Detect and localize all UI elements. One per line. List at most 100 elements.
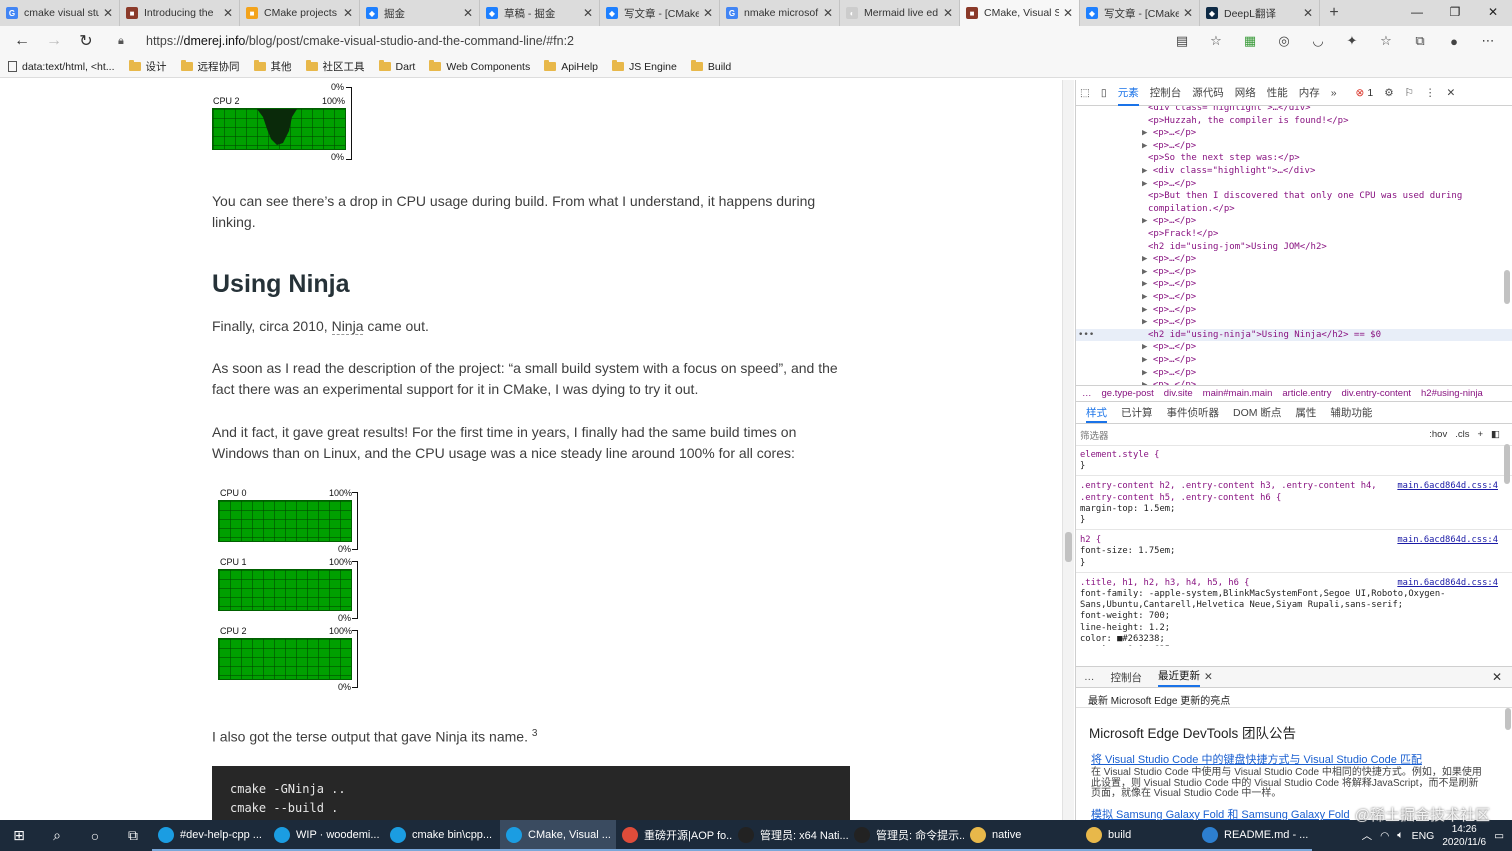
css-line[interactable]: font-size: 1.75em; (1080, 546, 1175, 557)
bookmark-item[interactable]: 远程协同 (180, 59, 240, 74)
css-source-link[interactable]: main.6acd864d.css:4 (1397, 535, 1498, 545)
tab-close-icon[interactable]: ✕ (343, 6, 353, 20)
profile-avatar[interactable]: ● (1440, 29, 1468, 53)
css-line[interactable]: font-family: -apple-system,BlinkMacSyste… (1080, 589, 1445, 600)
tab-close-icon[interactable]: ✕ (1303, 6, 1313, 20)
browser-tab[interactable]: ■ CMake projects ✕ (240, 0, 360, 26)
search-icon[interactable]: ⌕ (38, 820, 76, 851)
expand-triangle-icon[interactable]: ▶ (1142, 368, 1153, 378)
css-line[interactable]: font-weight: 700; (1080, 611, 1170, 622)
devtools-tab[interactable]: 网络 (1235, 85, 1256, 100)
expand-triangle-icon[interactable]: ▶ (1142, 292, 1153, 302)
browser-tab[interactable]: ◆ 草稿 - 掘金 ✕ (480, 0, 600, 26)
css-line[interactable]: .entry-content h2, .entry-content h3, .e… (1080, 481, 1377, 492)
drawer-close-icon[interactable]: ✕ (1492, 670, 1502, 684)
feedback-icon[interactable]: ⚐ (1405, 87, 1414, 99)
dom-node[interactable]: ▶ <p>…</p> (1076, 127, 1512, 140)
notifications-icon[interactable]: ▭ (1494, 830, 1504, 842)
close-devtools-icon[interactable]: ✕ (1447, 87, 1456, 99)
wifi-icon[interactable]: ◠ (1380, 830, 1389, 842)
more-menu-icon[interactable]: ⋯ (1474, 29, 1502, 53)
bookmark-item[interactable]: 其他 (253, 59, 292, 74)
drawer-tab[interactable]: 控制台 (1111, 670, 1143, 685)
breadcrumb-item[interactable]: div.site (1164, 388, 1193, 399)
devtools-tab[interactable]: 内存 (1299, 85, 1320, 100)
taskbar-app[interactable]: cmake bin\cpp... (384, 820, 500, 851)
styles-subtab[interactable]: 属性 (1295, 407, 1316, 419)
expand-triangle-icon[interactable]: ▶ (1142, 141, 1153, 151)
breadcrumb-item[interactable]: ge.type-post (1102, 388, 1154, 399)
whats-new-scroll-thumb[interactable] (1505, 708, 1511, 730)
css-line[interactable]: line-height: 1.2; (1080, 623, 1170, 634)
clock[interactable]: 14:26 2020/11/6 (1442, 823, 1486, 849)
browser-tab[interactable]: Gnmake microsof ✕ (720, 0, 840, 26)
favorite-star-icon[interactable]: ☆ (1202, 29, 1230, 53)
dom-node[interactable]: ▶ <div class="highlight">…</div> (1076, 165, 1512, 178)
styles-subtab[interactable]: 样式 (1086, 407, 1107, 423)
styles-subtab[interactable]: 辅助功能 (1330, 407, 1372, 419)
css-line[interactable]: color: ■#263238; (1080, 634, 1165, 645)
dom-node[interactable]: ▶ <p>…</p> (1076, 266, 1512, 279)
browser-tab[interactable]: ■ Introducing the ✕ (120, 0, 240, 26)
dom-node[interactable]: <h2 id="using-jom">Using JOM</h2> (1076, 241, 1512, 254)
breadcrumb-item[interactable]: main#main.main (1203, 388, 1273, 399)
taskbar-app[interactable]: CMake, Visual ... (500, 820, 616, 851)
collections-icon[interactable]: ⧉ (1406, 29, 1434, 53)
page-scrollbar[interactable] (1062, 80, 1074, 820)
taskbar-app[interactable]: WIP · woodemi... (268, 820, 384, 851)
dom-node[interactable]: ▶ <p>…</p> (1076, 278, 1512, 291)
dom-node[interactable]: ▶ <p>…</p> (1076, 140, 1512, 153)
drawer-tab-close-icon[interactable]: ✕ (1204, 671, 1213, 683)
dom-node[interactable]: <p>So the next step was:</p> (1076, 152, 1512, 165)
css-line[interactable]: .entry-content h5, .entry-content h6 { (1080, 493, 1281, 504)
ninja-link[interactable]: Ninja (331, 318, 364, 335)
expand-triangle-icon[interactable]: ▶ (1142, 355, 1153, 365)
styles-subtab[interactable]: 事件侦听器 (1167, 407, 1220, 419)
expand-triangle-icon[interactable]: ▶ (1142, 179, 1153, 189)
address-bar[interactable]: 🔒︎ https://dmerej.info/blog/post/cmake-v… (118, 29, 1218, 53)
styles-filter-input[interactable]: 筛选器 (1080, 428, 1109, 442)
breadcrumb-item[interactable]: article.entry (1282, 388, 1331, 399)
cortana-icon[interactable]: ○ (76, 820, 114, 851)
expand-triangle-icon[interactable]: ▶ (1142, 216, 1153, 226)
dom-node[interactable]: ▶ <p>…</p> (1076, 341, 1512, 354)
restore-icon[interactable]: ❐ (1436, 0, 1474, 24)
pocket-icon[interactable]: ◡ (1304, 29, 1332, 53)
tab-close-icon[interactable]: ✕ (943, 6, 953, 20)
dom-node[interactable]: <div class="highlight">…</div> (1076, 106, 1512, 115)
taskbar-app[interactable]: #dev-help-cpp ... (152, 820, 268, 851)
filter-button[interactable]: .cls (1455, 429, 1469, 440)
css-line[interactable]: } (1080, 515, 1085, 526)
settings-gear-icon[interactable]: ⚙ (1384, 87, 1393, 99)
footnote-ref[interactable]: 3 (532, 728, 538, 739)
taskbar-app[interactable]: 重磅开源|AOP fo... (616, 820, 732, 851)
bookmark-item[interactable]: 设计 (128, 59, 167, 74)
device-toolbar-icon[interactable]: ▯ (1101, 87, 1107, 99)
new-tab-plus-icon[interactable]: + (1320, 0, 1348, 26)
styles-scroll-thumb[interactable] (1504, 444, 1510, 484)
dom-node[interactable]: ▶ <p>…</p> (1076, 253, 1512, 266)
dom-node[interactable]: ▶ <p>…</p> (1076, 379, 1512, 385)
inspect-element-icon[interactable]: ⬚ (1080, 87, 1090, 99)
breadcrumb-item[interactable]: h2#using-ninja (1421, 388, 1483, 399)
whats-new-link-shortcuts[interactable]: 将 Visual Studio Code 中的键盘快捷方式与 Visual St… (1091, 751, 1422, 767)
minimize-icon[interactable]: — (1398, 0, 1436, 24)
dom-node[interactable]: ▶ <p>…</p> (1076, 178, 1512, 191)
close-window-icon[interactable]: ✕ (1474, 0, 1512, 24)
css-line[interactable]: Sans,Ubuntu,Cantarell,Helvetica Neue,Siy… (1080, 600, 1403, 611)
dom-node[interactable]: ▶ <p>…</p> (1076, 215, 1512, 228)
whats-new-link-fold[interactable]: 模拟 Samsung Galaxy Fold 和 Samsung Galaxy … (1091, 806, 1350, 820)
breadcrumb-item[interactable]: div.entry-content (1341, 388, 1411, 399)
dom-scroll-thumb[interactable] (1504, 270, 1510, 304)
browser-tab[interactable]: ■ CMake, Visual St ✕ (960, 0, 1080, 26)
dom-node[interactable]: ••• <h2 id="using-ninja">Using Ninja</h2>… (1076, 328, 1512, 342)
expand-triangle-icon[interactable]: ▶ (1142, 128, 1153, 138)
taskbar-app[interactable]: build (1080, 820, 1196, 851)
extension-globe-icon[interactable]: ◎ (1270, 29, 1298, 53)
bookmark-item[interactable]: 社区工具 (305, 59, 365, 74)
styles-pane[interactable]: element.style {} .entry-content h2, .entr… (1076, 446, 1512, 646)
start-windows-icon[interactable]: ⊞ (0, 820, 38, 851)
css-line[interactable]: element.style { (1080, 450, 1159, 461)
tab-close-icon[interactable]: ✕ (103, 6, 113, 20)
styles-subtab[interactable]: 已计算 (1121, 407, 1153, 419)
